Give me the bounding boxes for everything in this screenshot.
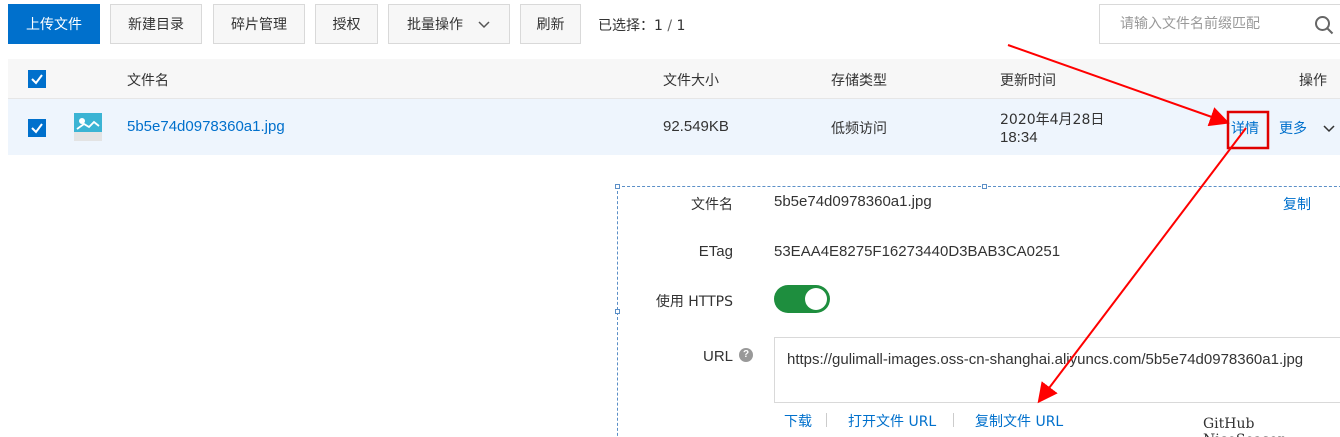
watermark: GitHub NiceSeason (1203, 416, 1287, 437)
copy-file-url-link[interactable]: 复制文件 URL (975, 411, 1063, 431)
resize-handle[interactable] (615, 184, 620, 189)
authorize-button[interactable]: 授权 (315, 4, 378, 44)
detail-filename-label: 文件名 (691, 197, 733, 213)
check-icon (31, 123, 43, 134)
new-directory-button[interactable]: 新建目录 (110, 4, 202, 44)
divider (826, 413, 827, 427)
download-link[interactable]: 下载 (784, 411, 812, 431)
divider (953, 413, 954, 427)
etag-value: 53EAA4E8275F16273440D3BAB3CA0251 (774, 243, 1061, 260)
toggle-knob (805, 288, 827, 310)
selected-total: 1 (676, 18, 686, 34)
chevron-down-icon (478, 21, 490, 29)
selected-prefix: 已选择： (598, 18, 654, 34)
more-dropdown[interactable]: 更多 (1279, 118, 1307, 138)
https-toggle[interactable] (774, 285, 830, 313)
url-value-box: https://gulimall-images.oss-cn-shanghai.… (774, 337, 1340, 403)
row-checkbox[interactable] (28, 119, 46, 137)
url-label: URL (702, 348, 733, 365)
open-file-url-link[interactable]: 打开文件 URL (848, 411, 936, 431)
batch-operation-label: 批量操作 (407, 17, 463, 33)
search-box (1099, 4, 1340, 44)
check-icon (31, 74, 43, 85)
selected-number: 1 (654, 18, 663, 34)
etag-label: ETag (698, 243, 733, 260)
fragment-manage-button[interactable]: 碎片管理 (213, 4, 305, 44)
search-input[interactable] (1120, 16, 1300, 32)
toolbar: 上传文件 新建目录 碎片管理 授权 批量操作 刷新 已选择：1 / 1 (0, 0, 1340, 48)
file-size: 92.549KB (663, 118, 729, 135)
updated-date: 2020年4月28日 (1000, 112, 1105, 128)
column-header-size: 文件大小 (663, 73, 719, 89)
column-header-updated: 更新时间 (1000, 73, 1056, 89)
column-header-storage: 存储类型 (831, 73, 887, 89)
upload-file-button[interactable]: 上传文件 (8, 4, 100, 44)
storage-type: 低频访问 (831, 121, 887, 137)
resize-handle[interactable] (982, 184, 987, 189)
details-link[interactable]: 详情 (1231, 118, 1259, 138)
batch-operation-dropdown[interactable]: 批量操作 (388, 4, 510, 44)
copy-filename-link[interactable]: 复制 (1283, 194, 1311, 214)
image-file-icon (74, 113, 102, 141)
chevron-down-icon (1323, 125, 1335, 133)
table-row: 5b5e74d0978360a1.jpg 92.549KB 低频访问 2020年… (8, 99, 1340, 155)
column-header-actions: 操作 (1299, 73, 1327, 89)
table-header: 文件名 文件大小 存储类型 更新时间 操作 (8, 59, 1340, 99)
selected-count: 已选择：1 / 1 (598, 15, 685, 35)
file-name-link[interactable]: 5b5e74d0978360a1.jpg (127, 118, 285, 135)
selected-separator: / (662, 18, 677, 34)
help-icon[interactable]: ? (739, 348, 753, 362)
search-icon[interactable] (1314, 15, 1334, 35)
detail-filename-value: 5b5e74d0978360a1.jpg (774, 193, 932, 210)
refresh-button[interactable]: 刷新 (520, 4, 581, 44)
https-label: 使用 HTTPS (655, 294, 733, 310)
column-header-name: 文件名 (127, 73, 169, 89)
updated-time: 18:34 (1000, 129, 1038, 146)
select-all-checkbox[interactable] (28, 70, 46, 88)
